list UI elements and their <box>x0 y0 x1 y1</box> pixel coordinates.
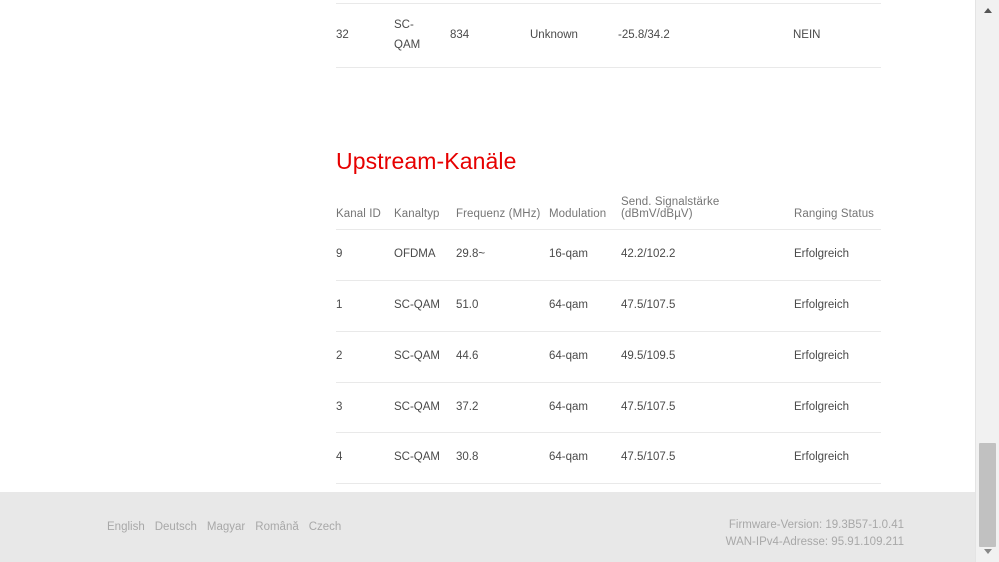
language-link-czech[interactable]: Czech <box>309 521 342 533</box>
device-info: Firmware-Version: 19.3B57-1.0.41 WAN-IPv… <box>726 517 904 551</box>
downstream-channels-table-block: 31 SC- QAM 826 Unknown -25.8/34.2 NEIN 3… <box>336 0 881 68</box>
cell-frequenz: 44.6 <box>456 330 549 383</box>
cell-kanaltyp: SC-QAM <box>394 279 456 332</box>
downstream-channels-table: 31 SC- QAM 826 Unknown -25.8/34.2 NEIN 3… <box>336 0 881 68</box>
cell-status: Erfolgreich <box>794 330 881 383</box>
cell-modulation: 64-qam <box>549 330 621 383</box>
cell-kanaltyp: SC-QAM <box>394 432 456 485</box>
upstream-table-header: Kanal ID Kanaltyp Frequenz (MHz) Modulat… <box>336 190 881 230</box>
language-link-magyar[interactable]: Magyar <box>207 521 245 533</box>
cell-signal: 47.5/107.5 <box>621 381 794 433</box>
cell-kanal-id: 9 <box>336 229 394 281</box>
upstream-table-body: 9 OFDMA 29.8~ 16-qam 42.2/102.2 Erfolgre… <box>336 229 881 485</box>
cell-frequenz: 30.8 <box>456 432 549 485</box>
table-row: 4 SC-QAM 30.8 64-qam 47.5/107.5 Erfolgre… <box>336 432 881 485</box>
cell-modulation: Unknown <box>530 3 618 68</box>
cell-signal: 49.5/109.5 <box>621 330 794 383</box>
cell-signal: 47.5/107.5 <box>621 279 794 332</box>
table-row: 1 SC-QAM 51.0 64-qam 47.5/107.5 Erfolgre… <box>336 279 881 332</box>
table-row: 2 SC-QAM 44.6 64-qam 49.5/109.5 Erfolgre… <box>336 330 881 383</box>
vertical-scrollbar[interactable] <box>975 0 999 562</box>
cell-kanal-id: 32 <box>336 3 394 68</box>
cell-modulation: 64-qam <box>549 432 621 485</box>
firmware-version-text: Firmware-Version: 19.3B57-1.0.41 <box>728 519 904 531</box>
cell-frequenz: 29.8~ <box>456 229 549 281</box>
cell-frequenz: 37.2 <box>456 381 549 433</box>
cell-frequenz: 834 <box>450 3 530 68</box>
cell-kanaltyp: SC-QAM <box>394 381 456 433</box>
language-link-english[interactable]: English <box>107 521 145 533</box>
cell-kanaltyp: OFDMA <box>394 229 456 281</box>
column-header-ranging-status: Ranging Status <box>794 208 875 220</box>
triangle-up-icon[interactable] <box>976 2 999 18</box>
cell-kanaltyp: SC-QAM <box>394 330 456 383</box>
table-row: 3 SC-QAM 37.2 64-qam 47.5/107.5 Erfolgre… <box>336 381 881 433</box>
downstream-table-body: 31 SC- QAM 826 Unknown -25.8/34.2 NEIN 3… <box>336 0 881 68</box>
cell-modulation: 64-qam <box>549 279 621 332</box>
table-header-row: Kanal ID Kanaltyp Frequenz (MHz) Modulat… <box>336 190 881 230</box>
cell-signal: -25.8/34.2 <box>618 3 793 68</box>
column-header-kanaltyp: Kanaltyp <box>394 208 440 220</box>
cell-status: Erfolgreich <box>794 229 881 281</box>
cell-modulation: 16-qam <box>549 229 621 281</box>
upstream-channels-table-block: Kanal ID Kanaltyp Frequenz (MHz) Modulat… <box>336 190 881 485</box>
language-link-romana[interactable]: Română <box>255 521 298 533</box>
cell-signal: 42.2/102.2 <box>621 229 794 281</box>
cell-kanal-id: 3 <box>336 381 394 433</box>
cell-kanal-id: 4 <box>336 432 394 485</box>
cell-status: Erfolgreich <box>794 432 881 485</box>
wan-ipv4-address-text: WAN-IPv4-Adresse: 95.91.109.211 <box>725 536 904 548</box>
cell-status: Erfolgreich <box>794 279 881 332</box>
table-row: 9 OFDMA 29.8~ 16-qam 42.2/102.2 Erfolgre… <box>336 229 881 281</box>
page-root: 31 SC- QAM 826 Unknown -25.8/34.2 NEIN 3… <box>0 0 999 562</box>
cell-kanaltyp: SC- QAM <box>394 3 450 68</box>
scrollbar-thumb[interactable] <box>979 443 996 547</box>
language-link-deutsch[interactable]: Deutsch <box>155 521 197 533</box>
cell-frequenz: 51.0 <box>456 279 549 332</box>
cell-status: Erfolgreich <box>794 381 881 433</box>
column-header-signalstaerke: Send. Signalstärke (dBmV/dBµV) <box>621 196 720 220</box>
column-header-frequenz: Frequenz (MHz) <box>456 208 541 220</box>
table-row: 32 SC- QAM 834 Unknown -25.8/34.2 NEIN <box>336 3 881 68</box>
cell-kanal-id: 1 <box>336 279 394 332</box>
cell-signal: 47.5/107.5 <box>621 432 794 485</box>
triangle-down-icon[interactable] <box>976 543 999 559</box>
cell-modulation: 64-qam <box>549 381 621 433</box>
column-header-kanal-id: Kanal ID <box>336 208 381 220</box>
cell-status: NEIN <box>793 3 881 68</box>
upstream-channels-table: Kanal ID Kanaltyp Frequenz (MHz) Modulat… <box>336 190 881 485</box>
main-content-area: 31 SC- QAM 826 Unknown -25.8/34.2 NEIN 3… <box>0 0 975 492</box>
cell-kanal-id: 2 <box>336 330 394 383</box>
language-switcher: English Deutsch Magyar Română Czech <box>107 517 341 536</box>
column-header-modulation: Modulation <box>549 208 607 220</box>
upstream-section-heading: Upstream-Kanäle <box>336 148 517 174</box>
